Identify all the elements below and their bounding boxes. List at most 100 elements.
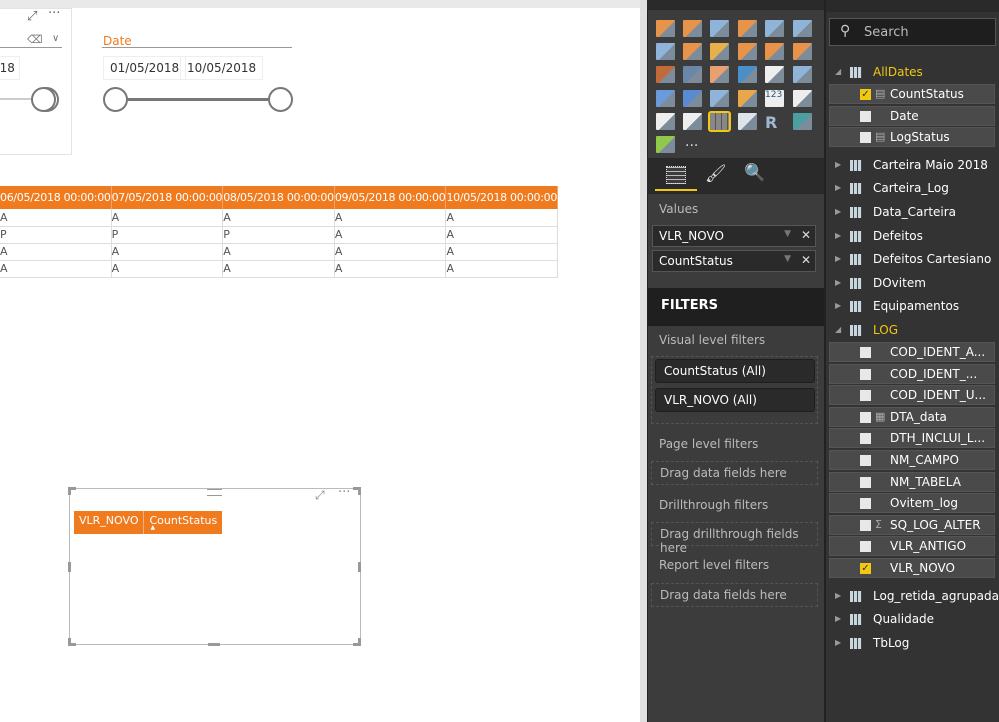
more-options-icon[interactable]: ··· (48, 6, 60, 21)
gauge-visual-icon[interactable] (738, 90, 757, 107)
remove-icon[interactable]: ✕ (801, 228, 811, 242)
line-clustered-column-visual-icon[interactable] (765, 43, 784, 60)
filter-countstatus[interactable]: CountStatus (All) (655, 359, 815, 383)
map-visual-icon[interactable] (793, 66, 812, 83)
field-item[interactable]: Date (829, 105, 995, 126)
100pct-bar-visual-icon[interactable] (765, 20, 784, 37)
shape-map-visual-icon[interactable] (683, 90, 702, 107)
field-item[interactable]: VLR_ANTIGO (829, 536, 995, 557)
date-slider-end-handle[interactable] (268, 87, 293, 112)
stacked-column-visual-icon[interactable] (683, 20, 702, 37)
value-well-countstatus[interactable]: CountStatus ▼ ✕ (652, 250, 816, 272)
field-item[interactable]: Ovitem_log (829, 493, 995, 514)
field-item[interactable]: ✓ VLR_NOVO (829, 558, 995, 578)
field-item[interactable]: ✓ ▤ CountStatus (829, 84, 995, 104)
report-filter-drop-zone[interactable]: Drag data fields here (651, 583, 818, 607)
field-item[interactable]: NM_CAMPO (829, 450, 995, 470)
collapsed-arrow-icon[interactable]: ▶ (835, 591, 841, 600)
more-options-icon[interactable]: ··· (338, 485, 350, 500)
field-item[interactable]: ▤ LogStatus (829, 127, 995, 148)
resize-handle[interactable] (358, 487, 361, 495)
kpi-visual-icon[interactable] (656, 113, 675, 130)
collapsed-arrow-icon[interactable]: ▶ (835, 183, 841, 192)
value-well-vlr-novo[interactable]: VLR_NOVO ▼ ✕ (652, 225, 816, 247)
scatter-visual-icon[interactable] (683, 66, 702, 83)
field-checkbox[interactable]: ✓ (860, 89, 871, 100)
matrix-column-header[interactable]: 06/05/2018 00:00:00 (0, 186, 112, 209)
card-visual-icon[interactable]: 123 (765, 90, 784, 107)
slicer-value-box[interactable]: 018 (0, 56, 20, 80)
matrix-column-header[interactable]: 07/05/2018 00:00:00 (111, 186, 224, 209)
focus-mode-icon[interactable]: ⤢ (27, 9, 37, 24)
dropdown-icon[interactable]: ▼ (784, 254, 791, 264)
field-checkbox[interactable] (860, 347, 871, 358)
expanded-arrow-icon[interactable]: ◢ (835, 67, 841, 76)
collapsed-arrow-icon[interactable]: ▶ (835, 207, 841, 216)
field-item[interactable]: COD_IDENT_A... (829, 342, 995, 362)
slicer-visual-icon[interactable] (683, 113, 702, 130)
collapsed-arrow-icon[interactable]: ▶ (835, 638, 841, 647)
treemap-visual-icon[interactable] (765, 66, 784, 83)
slider-handle[interactable] (31, 87, 56, 112)
field-item[interactable]: COD_IDENT_U... (829, 385, 995, 406)
field-checkbox[interactable] (860, 455, 871, 466)
field-checkbox[interactable] (860, 411, 871, 423)
line-column-visual-icon[interactable] (738, 43, 757, 60)
ribbon-visual-icon[interactable] (793, 43, 812, 60)
field-checkbox[interactable] (860, 368, 871, 380)
matrix-visual-icon[interactable] (738, 113, 757, 130)
collapsed-arrow-icon[interactable]: ▶ (835, 278, 841, 287)
field-checkbox[interactable] (860, 110, 871, 122)
matrix-visual[interactable]: 06/05/2018 00:00:00 07/05/2018 00:00:00 08… (0, 186, 559, 278)
slicer-visual[interactable] (0, 8, 72, 155)
field-item[interactable]: ▦ DTA_data (829, 406, 995, 427)
page-filter-drop-zone[interactable]: Drag data fields here (651, 461, 818, 485)
custom-visual-visual-icon[interactable] (656, 136, 675, 153)
field-checkbox[interactable] (860, 132, 871, 144)
table-visual-icon[interactable] (708, 111, 731, 132)
expanded-arrow-icon[interactable]: ◢ (835, 325, 841, 334)
100pct-column-visual-icon[interactable] (793, 20, 812, 37)
matrix-column-header[interactable]: 10/05/2018 00:00:00 (445, 186, 559, 209)
fields-tab-icon[interactable] (666, 166, 686, 184)
more-visuals-icon[interactable]: ... (685, 134, 698, 150)
resize-handle[interactable] (68, 487, 71, 495)
arcgis-visual-icon[interactable] (793, 113, 812, 130)
filter-vlr-novo[interactable]: VLR_NOVO (All) (655, 388, 815, 412)
pie-visual-icon[interactable] (710, 66, 729, 83)
eraser-icon[interactable]: ⌫ (27, 33, 43, 46)
field-item[interactable]: NM_TABELA (829, 471, 995, 492)
resize-handle[interactable] (208, 643, 220, 646)
waterfall-visual-icon[interactable] (656, 66, 675, 83)
clustered-column-visual-icon[interactable] (738, 20, 757, 37)
r-visual-visual-icon[interactable]: R (765, 113, 784, 132)
field-item[interactable]: DTH_INCLUI_L... (829, 428, 995, 449)
area-visual-icon[interactable] (683, 43, 702, 60)
multi-row-card-visual-icon[interactable] (793, 90, 812, 107)
field-item[interactable]: COD_IDENT_... (829, 363, 995, 384)
field-checkbox[interactable] (860, 498, 871, 510)
field-checkbox[interactable] (860, 541, 871, 553)
field-checkbox[interactable] (860, 519, 871, 531)
collapsed-arrow-icon[interactable]: ▶ (835, 231, 841, 240)
clustered-bar-visual-icon[interactable] (710, 20, 729, 37)
remove-icon[interactable]: ✕ (801, 253, 811, 267)
column-header-countstatus[interactable]: CountStatus ▲ (144, 511, 222, 534)
column-header-vlr-novo[interactable]: VLR_NOVO (74, 511, 145, 534)
stacked-bar-visual-icon[interactable] (656, 20, 675, 37)
chevron-down-icon[interactable]: ∨ (52, 33, 59, 44)
donut-visual-icon[interactable] (738, 66, 757, 83)
matrix-column-header[interactable]: 08/05/2018 00:00:00 (222, 186, 335, 209)
focus-mode-icon[interactable]: ⤢ (315, 488, 325, 503)
collapsed-arrow-icon[interactable]: ▶ (835, 614, 841, 623)
field-item[interactable]: Σ SQ_LOG_ALTER (829, 514, 995, 535)
resize-handle[interactable] (68, 562, 71, 572)
field-checkbox[interactable] (860, 476, 871, 488)
matrix-column-header[interactable]: 09/05/2018 00:00:00 (334, 186, 447, 209)
resize-handle[interactable] (358, 562, 361, 572)
collapsed-arrow-icon[interactable]: ▶ (835, 254, 841, 263)
drag-handle-icon[interactable] (207, 489, 222, 496)
search-input[interactable]: ⚲ Search (829, 18, 996, 46)
drillthrough-drop-zone[interactable]: Drag drillthrough fields here (651, 522, 818, 555)
date-end-input[interactable]: 10/05/2018 (180, 56, 264, 80)
